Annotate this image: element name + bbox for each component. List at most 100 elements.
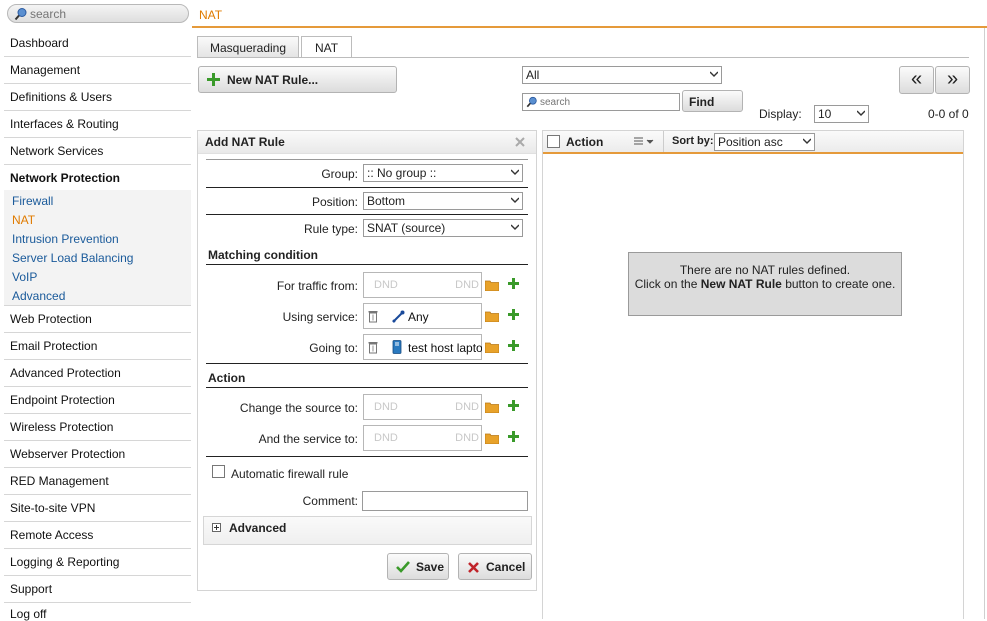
subnav-item-server-load-balancing[interactable]: Server Load Balancing — [12, 251, 133, 265]
group-select-value: :: No group :: — [367, 166, 437, 180]
tab-label: Masquerading — [209, 41, 287, 55]
traffic-from-dropzone[interactable]: DND DND — [363, 272, 482, 298]
tab-label: NAT — [314, 41, 339, 55]
close-icon[interactable] — [515, 137, 525, 147]
empty-state-text: Click on the — [634, 277, 701, 291]
change-source-dropzone[interactable]: DND DND — [363, 394, 482, 420]
sidebar-item-email-protection[interactable]: Email Protection — [4, 333, 191, 360]
sidebar-item-label: Web Protection — [10, 312, 92, 326]
display-count-value: 10 — [818, 107, 832, 121]
sidebar-item-webserver-protection[interactable]: Webserver Protection — [4, 441, 191, 468]
form-divider — [206, 264, 528, 265]
add-icon[interactable] — [508, 400, 519, 411]
sidebar-item-red-management[interactable]: RED Management — [4, 468, 191, 495]
sidebar-item-network-services[interactable]: Network Services — [4, 138, 191, 165]
list-search-field[interactable] — [522, 93, 680, 111]
find-button-label: Find — [689, 95, 715, 109]
sidebar-item-web-protection[interactable]: Web Protection — [4, 306, 191, 333]
advanced-label: Advanced — [229, 521, 287, 535]
add-icon[interactable] — [508, 431, 519, 442]
sidebar-item-label: Dashboard — [10, 36, 69, 50]
tab-nat[interactable]: NAT — [301, 36, 352, 58]
rule-type-select[interactable]: SNAT (source) — [363, 219, 523, 237]
select-all-checkbox[interactable] — [547, 135, 560, 148]
folder-icon[interactable] — [485, 432, 499, 444]
display-label: Display: — [759, 107, 802, 121]
auto-firewall-checkbox[interactable] — [212, 465, 225, 478]
column-menu-icon[interactable] — [633, 137, 655, 147]
sidebar: Dashboard Management Definitions & Users… — [0, 0, 192, 621]
sidebar-search[interactable] — [7, 4, 189, 23]
chevron-down-icon — [803, 138, 811, 144]
subnav-item-nat[interactable]: NAT — [12, 213, 35, 227]
dnd-hint: DND — [455, 432, 479, 444]
sidebar-item-endpoint-protection[interactable]: Endpoint Protection — [4, 387, 191, 414]
folder-icon[interactable] — [485, 279, 499, 291]
sidebar-item-dashboard[interactable]: Dashboard — [4, 30, 191, 57]
trash-icon[interactable] — [368, 341, 378, 354]
sidebar-item-support[interactable]: Support — [4, 576, 191, 603]
add-icon[interactable] — [508, 309, 519, 320]
add-icon[interactable] — [508, 340, 519, 351]
sidebar-item-label: Remote Access — [10, 528, 94, 542]
sidebar-item-management[interactable]: Management — [4, 57, 191, 84]
comment-field[interactable] — [362, 491, 528, 511]
folder-icon[interactable] — [485, 401, 499, 413]
group-label: Group: — [321, 167, 358, 181]
sidebar-item-advanced-protection[interactable]: Advanced Protection — [4, 360, 191, 387]
subnav-item-voip[interactable]: VoIP — [12, 270, 37, 284]
sidebar-item-wireless-protection[interactable]: Wireless Protection — [4, 414, 191, 441]
add-nat-rule-title: Add NAT Rule — [205, 135, 285, 149]
sidebar-item-label: Wireless Protection — [10, 420, 114, 434]
add-icon[interactable] — [508, 278, 519, 289]
header-divider — [192, 26, 987, 28]
tab-masquerading[interactable]: Masquerading — [197, 36, 299, 57]
sidebar-item-interfaces-routing[interactable]: Interfaces & Routing — [4, 111, 191, 138]
cancel-label: Cancel — [486, 560, 526, 574]
action-heading: Action — [208, 371, 246, 385]
sidebar-item-site-to-site-vpn[interactable]: Site-to-site VPN — [4, 495, 191, 522]
advanced-section-toggle[interactable]: Advanced — [203, 516, 532, 545]
sidebar-item-log-off[interactable]: Log off — [4, 601, 191, 621]
form-divider — [206, 456, 528, 457]
prev-page-button[interactable]: « — [899, 66, 934, 94]
going-to-value: test host laptop — [408, 341, 482, 355]
rule-type-label: Rule type: — [303, 222, 358, 236]
find-button[interactable]: Find — [682, 90, 743, 112]
subnav-item-intrusion-prevention[interactable]: Intrusion Prevention — [12, 232, 119, 246]
subnav-item-firewall[interactable]: Firewall — [12, 194, 53, 208]
sidebar-item-definitions-users[interactable]: Definitions & Users — [4, 84, 191, 111]
folder-icon[interactable] — [485, 310, 499, 322]
comment-label: Comment: — [302, 494, 358, 508]
next-page-button[interactable]: » — [935, 66, 970, 94]
subnav-item-advanced[interactable]: Advanced — [12, 289, 65, 303]
folder-icon[interactable] — [485, 341, 499, 353]
cancel-button[interactable]: Cancel — [458, 553, 532, 580]
filter-select[interactable]: All — [522, 66, 722, 84]
list-search-input[interactable] — [540, 95, 675, 109]
display-count-select[interactable]: 10 — [814, 105, 869, 123]
save-button[interactable]: Save — [387, 553, 449, 580]
sidebar-item-label: Email Protection — [10, 339, 98, 353]
position-select[interactable]: Bottom — [363, 192, 523, 210]
expand-icon — [212, 523, 221, 532]
dnd-hint: DND — [455, 279, 479, 291]
sidebar-search-input[interactable] — [30, 6, 180, 21]
using-service-value: Any — [408, 310, 429, 324]
host-icon — [392, 340, 402, 354]
filter-select-value: All — [526, 68, 540, 82]
new-nat-rule-button[interactable]: New NAT Rule... — [198, 66, 397, 93]
and-service-dropzone[interactable]: DND DND — [363, 425, 482, 451]
header-divider — [663, 131, 664, 153]
sidebar-item-network-protection[interactable]: Network Protection — [4, 165, 191, 192]
trash-icon[interactable] — [368, 310, 378, 323]
going-to-dropzone[interactable]: test host laptop — [363, 334, 482, 360]
matching-condition-heading: Matching condition — [208, 248, 318, 262]
sort-by-select[interactable]: Position asc — [714, 133, 815, 151]
next-page-label: » — [946, 68, 959, 90]
using-service-dropzone[interactable]: Any — [363, 303, 482, 329]
group-select[interactable]: :: No group :: — [363, 164, 523, 182]
sidebar-item-remote-access[interactable]: Remote Access — [4, 522, 191, 549]
sidebar-item-logging-reporting[interactable]: Logging & Reporting — [4, 549, 191, 576]
action-column-header: Action — [566, 135, 604, 149]
